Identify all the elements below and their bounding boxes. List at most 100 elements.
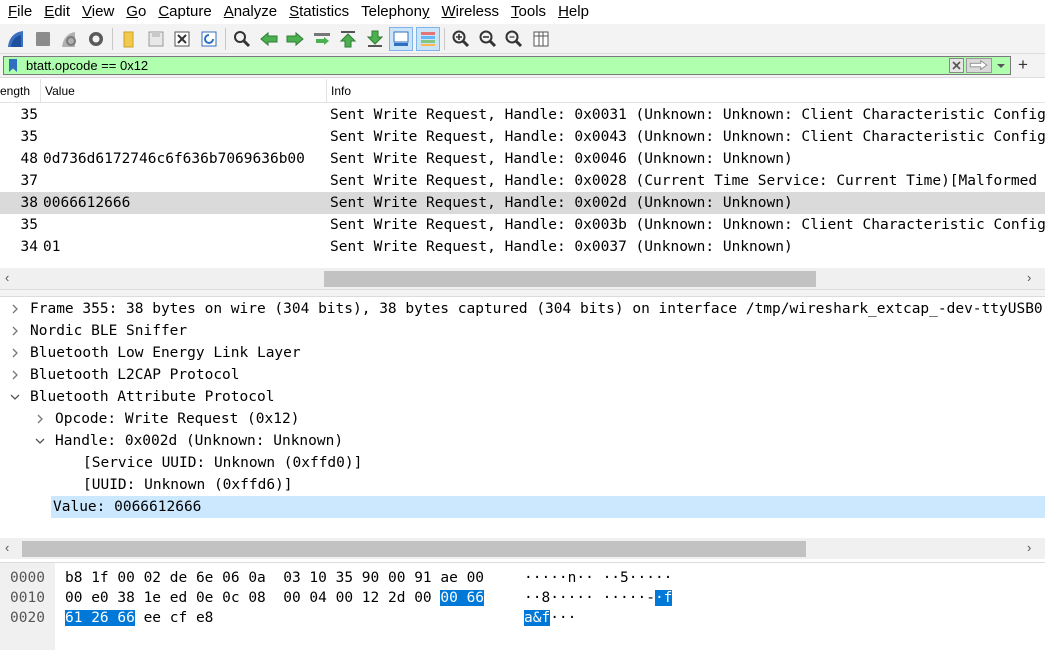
add-filter-button[interactable]: + xyxy=(1014,56,1032,74)
packet-list-hscrollbar[interactable]: ‹ › xyxy=(0,268,1045,289)
capture-options-button[interactable] xyxy=(84,27,108,51)
chevron-right-icon[interactable] xyxy=(8,342,22,364)
menu-item[interactable]: Help xyxy=(550,0,593,24)
stop-capture-button[interactable] xyxy=(31,27,55,51)
menu-mnemonic: A xyxy=(223,3,234,20)
start-capture-button[interactable] xyxy=(4,27,28,51)
table-row[interactable]: 34 01 Sent Write Request, Handle: 0x0037 (… xyxy=(0,236,1045,258)
details-hscrollbar[interactable]: ‹ › xyxy=(0,538,1045,559)
chevron-right-icon[interactable] xyxy=(8,364,22,386)
scroll-right-icon[interactable]: › xyxy=(1027,271,1039,284)
tree-item[interactable]: [UUID: Unknown (0xffd6)] xyxy=(0,474,1045,496)
save-file-button[interactable] xyxy=(144,27,168,51)
tree-item[interactable]: Bluetooth Low Energy Link Layer xyxy=(0,342,1045,364)
hex-bytes[interactable]: b8 1f 00 02 de 6e 06 0a 03 10 35 90 00 9… xyxy=(65,568,484,588)
scroll-left-icon[interactable]: ‹ xyxy=(5,271,17,284)
ascii-bytes[interactable]: ··8····· ·····-·f xyxy=(524,588,673,608)
column-header-length[interactable]: ength xyxy=(0,79,41,103)
ascii-bytes[interactable]: a&f··· xyxy=(524,608,576,628)
autoscroll-button[interactable] xyxy=(389,26,413,51)
column-header-info[interactable]: Info xyxy=(327,79,1045,103)
scroll-left-icon[interactable]: ‹ xyxy=(5,541,17,554)
tree-item-label: Bluetooth Low Energy Link Layer xyxy=(30,345,301,361)
cell-length: 48 xyxy=(20,151,38,167)
menu-mnemonic: F xyxy=(8,3,18,20)
resize-columns-button[interactable] xyxy=(529,27,553,51)
display-filter-input[interactable] xyxy=(26,57,926,74)
table-row[interactable]: 38 0066612666 Sent Write Request, Handle: … xyxy=(0,192,1045,214)
menu-label-part: apture xyxy=(169,3,212,20)
colorize-icon xyxy=(420,31,435,46)
table-row[interactable]: 37 Sent Write Request, Handle: 0x0028 (Cu… xyxy=(0,170,1045,192)
tree-item[interactable]: Frame 355: 38 bytes on wire (304 bits), … xyxy=(0,298,1045,320)
menu-item[interactable]: Tools xyxy=(503,0,550,24)
close-file-button[interactable] xyxy=(170,27,194,51)
chevron-down-icon[interactable] xyxy=(994,58,1008,73)
chevron-right-icon[interactable] xyxy=(33,408,47,430)
menu-item[interactable]: Go xyxy=(118,0,150,24)
menu-label-part: nalyze xyxy=(233,3,278,20)
chevron-down-icon[interactable] xyxy=(8,386,22,408)
tree-item[interactable]: Bluetooth L2CAP Protocol xyxy=(0,364,1045,386)
tree-item[interactable]: Value: 0066612666 xyxy=(51,496,1045,518)
zoom-out-button[interactable] xyxy=(476,27,500,51)
table-row[interactable]: 48 0d736d6172746c6f636b7069636b00 Sent Wri… xyxy=(0,148,1045,170)
hex-bytes[interactable]: 61 26 66 ee cf e8 xyxy=(65,608,213,628)
menu-item[interactable]: Edit xyxy=(36,0,74,24)
tree-item[interactable]: Opcode: Write Request (0x12) xyxy=(0,408,1045,430)
zoom-in-button[interactable] xyxy=(449,27,473,51)
go-back-button[interactable] xyxy=(257,27,281,51)
cell-info: Sent Write Request, Handle: 0x0046 (Unkn… xyxy=(330,151,793,167)
menu-item[interactable]: Capture xyxy=(150,0,215,24)
open-file-button[interactable] xyxy=(117,27,141,51)
cell-info: Sent Write Request, Handle: 0x0037 (Unkn… xyxy=(330,239,793,255)
resize-columns-icon xyxy=(533,31,548,46)
scrollbar-thumb[interactable] xyxy=(324,271,816,287)
table-row[interactable]: 35 Sent Write Request, Handle: 0x0031 (Un… xyxy=(0,104,1045,126)
menu-item[interactable]: View xyxy=(74,0,118,24)
chevron-down-icon[interactable] xyxy=(33,430,47,452)
menu-item[interactable]: Telephony xyxy=(353,0,433,24)
main-toolbar xyxy=(0,24,1045,54)
packet-bytes-pane: 0000 b8 1f 00 02 de 6e 06 0a 03 10 35 90 … xyxy=(0,562,1045,650)
tree-item[interactable]: Bluetooth Attribute Protocol xyxy=(0,386,1045,408)
menu-label-part: ools xyxy=(518,3,547,20)
zoom-normal-button[interactable] xyxy=(502,27,526,51)
scroll-right-icon[interactable]: › xyxy=(1027,541,1039,554)
ascii-segment: ··· xyxy=(550,610,577,626)
pane-splitter[interactable] xyxy=(0,289,1045,297)
bookmark-icon[interactable] xyxy=(7,59,19,72)
hex-bytes[interactable]: 00 e0 38 1e ed 0e 0c 08 00 04 00 12 2d 0… xyxy=(65,588,485,608)
clear-filter-icon[interactable] xyxy=(949,58,964,73)
restart-capture-button[interactable] xyxy=(57,27,81,51)
find-packet-button[interactable] xyxy=(230,27,254,51)
menu-item[interactable]: Analyze xyxy=(216,0,281,24)
chevron-right-icon[interactable] xyxy=(8,298,22,320)
go-to-packet-button[interactable] xyxy=(310,27,334,51)
menu-label-part: ireless xyxy=(455,3,500,20)
column-header-value[interactable]: Value xyxy=(41,79,327,103)
go-last-packet-button[interactable] xyxy=(363,27,387,51)
tree-item[interactable]: Handle: 0x002d (Unknown: Unknown) xyxy=(0,430,1045,452)
menu-item[interactable]: File xyxy=(0,0,36,24)
tree-item-label: Frame 355: 38 bytes on wire (304 bits), … xyxy=(30,301,1043,317)
tree-item[interactable]: Nordic BLE Sniffer xyxy=(0,320,1045,342)
go-forward-button[interactable] xyxy=(283,27,307,51)
menu-label-part: o xyxy=(137,3,147,20)
chevron-right-icon[interactable] xyxy=(8,320,22,342)
scrollbar-thumb[interactable] xyxy=(22,541,806,557)
go-first-packet-button[interactable] xyxy=(336,27,360,51)
menu-item[interactable]: Wireless xyxy=(434,0,504,24)
ascii-segment: ··8····· ·····- xyxy=(524,590,655,606)
ascii-bytes[interactable]: ·····n·· ··5····· xyxy=(524,568,672,588)
menu-label-part: elp xyxy=(568,3,589,20)
hex-selected: 00 66 xyxy=(440,590,485,606)
tree-item[interactable]: [Service UUID: Unknown (0xffd0)] xyxy=(0,452,1045,474)
table-row[interactable]: 35 Sent Write Request, Handle: 0x0043 (Un… xyxy=(0,126,1045,148)
open-file-icon xyxy=(123,31,134,47)
colorize-button[interactable] xyxy=(415,26,440,51)
apply-filter-button[interactable] xyxy=(966,58,992,73)
table-row[interactable]: 35 Sent Write Request, Handle: 0x003b (Un… xyxy=(0,214,1045,236)
menu-item[interactable]: Statistics xyxy=(281,0,353,24)
reload-file-button[interactable] xyxy=(197,27,221,51)
